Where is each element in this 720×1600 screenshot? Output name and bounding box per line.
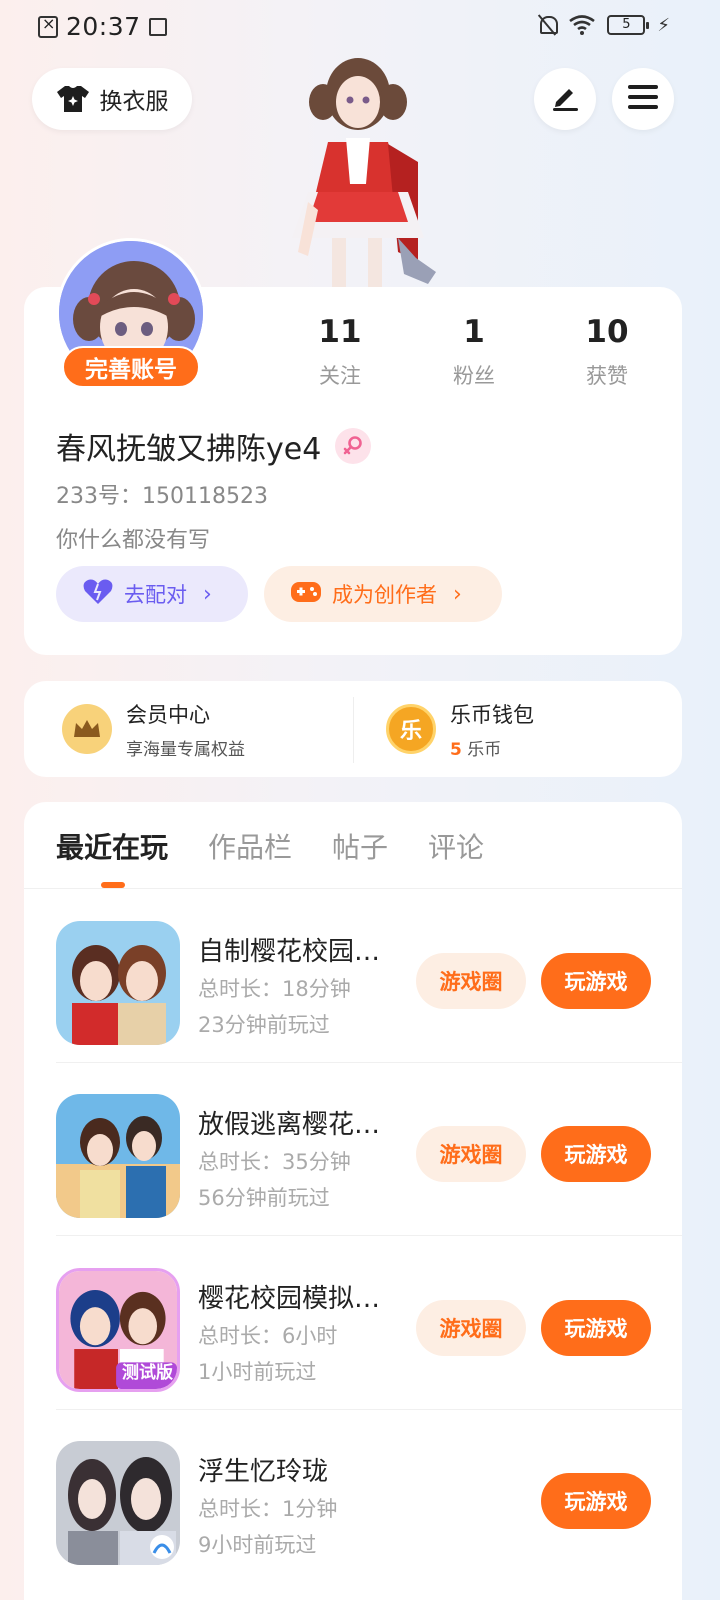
stat-label: 粉丝 (453, 364, 495, 388)
divider (353, 697, 354, 763)
game-last-played: 1小时前玩过 (198, 1360, 317, 1384)
status-time: 20:37 (66, 12, 141, 41)
coin-icon-text: 乐 (399, 719, 422, 744)
wallet-unit: 乐币 (467, 739, 502, 760)
become-creator-label: 成为创作者 (332, 583, 437, 607)
game-last-played: 23分钟前玩过 (198, 1013, 330, 1037)
play-game-button[interactable]: 玩游戏 (541, 1300, 651, 1356)
user-bio[interactable]: 你什么都没有写 (56, 522, 210, 554)
sim-off-icon (38, 14, 58, 38)
shirt-icon (56, 85, 90, 113)
change-outfit-button[interactable]: 换衣服 (32, 68, 192, 130)
stat-likes[interactable]: 10 获赞 (552, 314, 662, 390)
change-outfit-label: 换衣服 (99, 89, 169, 115)
username: 春风抚皱又拂陈ye4 (56, 424, 372, 468)
member-center-subtitle: 享海量专属权益 (126, 739, 245, 760)
game-circle-button[interactable]: 游戏圈 (416, 1126, 526, 1182)
stat-value: 10 (585, 314, 629, 350)
charging-icon: ⚡ (657, 14, 670, 36)
female-icon (335, 428, 372, 464)
pencil-icon (550, 82, 580, 116)
game-circle-button[interactable]: 游戏圈 (416, 1300, 526, 1356)
tab-bar: 最近在玩 作品栏 帖子 评论 (56, 826, 484, 866)
gamepad-icon (290, 579, 322, 610)
pair-button-label: 去配对 (124, 583, 187, 607)
complete-account-button[interactable]: 完善账号 (62, 346, 200, 388)
stat-label: 关注 (319, 364, 361, 388)
game-icon (56, 1441, 180, 1565)
game-name: 浮生忆玲珑 (198, 1457, 329, 1487)
stat-value: 1 (463, 314, 485, 350)
status-bar: 20:37 5 ⚡ (0, 0, 720, 56)
tab-comments[interactable]: 评论 (428, 826, 484, 866)
play-game-button[interactable]: 玩游戏 (541, 1473, 651, 1529)
game-row[interactable]: 自制樱花校园… 总时长：18分钟 23分钟前玩过 游戏圈 玩游戏 (56, 889, 682, 1063)
member-wallet-card: 会员中心 享海量专属权益 乐 乐币钱包 5 乐币 (24, 681, 682, 777)
game-icon (56, 1094, 180, 1218)
game-circle-button[interactable]: 游戏圈 (416, 953, 526, 1009)
test-version-badge: 测试版 (122, 1363, 173, 1383)
become-creator-button[interactable]: 成为创作者 › (264, 566, 502, 622)
game-last-played: 56分钟前玩过 (198, 1186, 330, 1210)
screenshot-icon (148, 17, 167, 36)
stat-following[interactable]: 11 关注 (285, 314, 395, 390)
tab-works[interactable]: 作品栏 (208, 826, 292, 866)
member-center-entry[interactable]: 会员中心 享海量专属权益 (62, 681, 245, 777)
game-row[interactable]: 浮生忆玲珑 总时长：1分钟 9小时前玩过 玩游戏 (56, 1409, 682, 1583)
mute-bell-icon (537, 14, 559, 36)
play-game-button[interactable]: 玩游戏 (541, 953, 651, 1009)
game-row[interactable]: 测试版 樱花校园模拟… 总时长：6小时 1小时前玩过 游戏圈 玩游戏 (56, 1236, 682, 1410)
wallet-title: 乐币钱包 (450, 702, 534, 727)
wifi-icon (569, 15, 596, 35)
game-icon (56, 921, 180, 1045)
stat-followers[interactable]: 1 粉丝 (419, 314, 529, 390)
game-duration: 总时长：6小时 (198, 1324, 338, 1348)
game-icon: 测试版 (56, 1268, 180, 1392)
game-name: 自制樱花校园… (198, 937, 381, 967)
avatar-character-3d[interactable] (268, 52, 448, 290)
game-duration: 总时长：35分钟 (198, 1150, 351, 1174)
stat-label: 获赞 (586, 364, 628, 388)
stat-value: 11 (318, 314, 362, 350)
crown-icon (62, 704, 112, 754)
chevron-right-icon: › (203, 581, 212, 607)
game-row[interactable]: 放假逃离樱花… 总时长：35分钟 56分钟前玩过 游戏圈 玩游戏 (56, 1062, 682, 1236)
menu-button[interactable] (612, 68, 674, 130)
member-center-title: 会员中心 (126, 702, 210, 727)
hamburger-icon (628, 84, 658, 114)
game-duration: 总时长：1分钟 (198, 1497, 338, 1521)
user-id: 233号：150118523 (56, 484, 268, 509)
pair-button[interactable]: 去配对 › (56, 566, 248, 622)
edit-profile-button[interactable] (534, 68, 596, 130)
chevron-right-icon: › (453, 581, 462, 607)
game-name: 樱花校园模拟… (198, 1284, 381, 1314)
wallet-amount: 5 (450, 739, 462, 760)
game-duration: 总时长：18分钟 (198, 977, 351, 1001)
tab-posts[interactable]: 帖子 (332, 826, 388, 866)
wallet-entry[interactable]: 乐 乐币钱包 5 乐币 (386, 681, 534, 777)
heart-icon (82, 578, 114, 611)
game-last-played: 9小时前玩过 (198, 1533, 317, 1557)
tab-recently-played[interactable]: 最近在玩 (56, 826, 168, 866)
coin-icon: 乐 (386, 704, 436, 754)
game-name: 放假逃离樱花… (198, 1110, 381, 1140)
play-game-button[interactable]: 玩游戏 (541, 1126, 651, 1182)
battery-icon: 5 (607, 15, 650, 35)
username-text: 春风抚皱又拂陈ye4 (56, 432, 322, 467)
